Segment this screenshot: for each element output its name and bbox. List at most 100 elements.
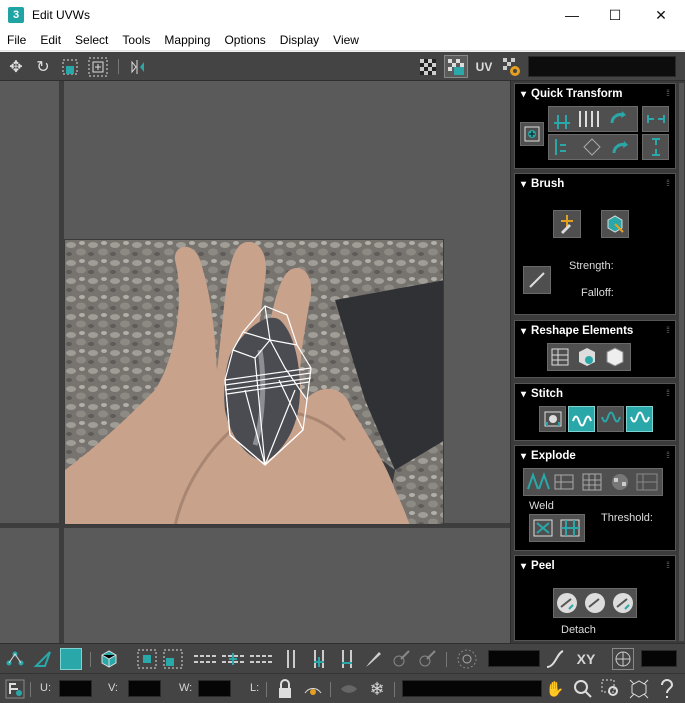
window-title: Edit UVWs: [32, 8, 91, 22]
shrink-loop-icon[interactable]: [336, 648, 358, 670]
w-coordinate-field[interactable]: [198, 680, 231, 697]
checker-icon[interactable]: [416, 55, 440, 78]
face-mode-icon[interactable]: [60, 648, 82, 670]
brush-size-icon[interactable]: [523, 266, 551, 294]
soft-selection-falloff-field[interactable]: [488, 650, 540, 667]
rotate-icon[interactable]: ↻: [31, 55, 55, 78]
rollout-title-stitch[interactable]: Stitch: [521, 388, 563, 400]
align-horizontal-row[interactable]: [548, 106, 638, 132]
falloff-space-icon[interactable]: [612, 648, 634, 670]
edge-loop-icon[interactable]: [280, 648, 302, 670]
menu-view[interactable]: View: [326, 30, 366, 51]
rollout-title-quick-transform[interactable]: Quick Transform: [521, 88, 622, 100]
stitch-average-icon[interactable]: [597, 406, 624, 432]
selection-set-field[interactable]: [402, 680, 542, 697]
scale-icon[interactable]: [58, 55, 82, 78]
menu-file[interactable]: File: [0, 30, 33, 51]
grip-icon: ⁞⁞: [665, 325, 670, 335]
snap-icon[interactable]: [656, 678, 678, 700]
v-coordinate-field[interactable]: [128, 680, 161, 697]
texture-dropdown[interactable]: [528, 56, 676, 77]
freeform-icon[interactable]: [86, 55, 110, 78]
freeze-icon[interactable]: ❄: [366, 678, 388, 700]
title-bar: 3 Edit UVWs — ☐ ✕: [0, 0, 685, 30]
falloff-value-field[interactable]: [641, 650, 677, 667]
u-coordinate-label: U:: [40, 682, 51, 694]
u-coordinate-field[interactable]: [59, 680, 92, 697]
menu-edit[interactable]: Edit: [33, 30, 68, 51]
brush-move-icon[interactable]: [553, 210, 581, 238]
top-toolbar: ✥ ↻ UV: [0, 52, 685, 81]
lock-icon[interactable]: [274, 678, 296, 700]
menu-display[interactable]: Display: [273, 30, 326, 51]
weld-label: Weld: [529, 500, 554, 512]
uv-mode-button[interactable]: UV: [472, 55, 496, 78]
grow-loop-icon[interactable]: [308, 648, 330, 670]
edge-mode-icon[interactable]: [32, 648, 54, 670]
rollout-reshape-elements: Reshape Elements ⁞⁞: [514, 320, 676, 378]
menu-select[interactable]: Select: [68, 30, 115, 51]
w-coordinate-label: W:: [179, 682, 193, 694]
reshape-tools-row[interactable]: [547, 343, 631, 371]
minimize-button[interactable]: —: [549, 0, 595, 30]
background-texture-image: [64, 239, 444, 525]
rollout-title-brush[interactable]: Brush: [521, 178, 564, 190]
uv-editor-viewport[interactable]: [0, 81, 510, 643]
weld-tools-row[interactable]: [529, 514, 585, 542]
zoom-extents-icon[interactable]: [628, 678, 650, 700]
bottom-toolbar-coordinates: U: V: W: L: ❄ ✋: [0, 673, 685, 703]
threshold-label: Threshold:: [601, 512, 653, 524]
close-button[interactable]: ✕: [638, 0, 684, 30]
stitch-custom-icon[interactable]: [539, 406, 566, 432]
menu-mapping[interactable]: Mapping: [157, 30, 217, 51]
brush-falloff-label: Falloff:: [581, 287, 614, 299]
rollout-title-explode[interactable]: Explode: [521, 450, 576, 462]
shrink-ring-icon[interactable]: [248, 648, 274, 670]
detach-label: Detach: [561, 624, 596, 636]
rollout-title-reshape-elements[interactable]: Reshape Elements: [521, 325, 633, 337]
toolbar-divider: [30, 682, 31, 697]
menu-tools[interactable]: Tools: [115, 30, 157, 51]
pivot-icon[interactable]: [520, 122, 544, 146]
grow-selection-icon[interactable]: [136, 648, 158, 670]
hide-eye-icon[interactable]: [338, 678, 360, 700]
peel-tools-row[interactable]: [553, 588, 637, 618]
menu-options[interactable]: Options: [217, 30, 272, 51]
explode-tools-row[interactable]: [523, 468, 663, 496]
xy-coordinate-button[interactable]: XY: [572, 648, 600, 670]
space-vertical-icon[interactable]: [642, 134, 669, 160]
stitch-to-source-icon[interactable]: [626, 406, 653, 432]
pan-hand-icon[interactable]: ✋: [544, 678, 566, 700]
paint-shrink-icon[interactable]: [416, 648, 438, 670]
vertex-mode-icon[interactable]: [4, 648, 26, 670]
l-value-label: L:: [250, 682, 260, 694]
rollout-title-peel[interactable]: Peel: [521, 560, 555, 572]
zoom-icon[interactable]: [572, 678, 594, 700]
align-vertical-row[interactable]: [548, 134, 638, 160]
grow-ring-icon[interactable]: [220, 648, 246, 670]
stitch-to-target-icon[interactable]: [568, 406, 595, 432]
toolbar-divider: [118, 59, 119, 74]
move-icon[interactable]: ✥: [4, 55, 28, 78]
paint-select-icon[interactable]: [362, 648, 384, 670]
app-icon: 3: [8, 7, 24, 23]
grip-icon: ⁞⁞: [665, 178, 670, 188]
settings-icon[interactable]: [500, 55, 524, 78]
transform-mode-icon[interactable]: [4, 678, 26, 700]
falloff-curve-icon[interactable]: [544, 648, 566, 670]
brush-relax-icon[interactable]: [601, 210, 629, 238]
panel-scrollbar[interactable]: [679, 83, 684, 641]
edge-ring-icon[interactable]: [192, 648, 218, 670]
soft-selection-icon[interactable]: [456, 648, 478, 670]
paint-grow-icon[interactable]: [390, 648, 412, 670]
texture-checker-icon[interactable]: [444, 55, 468, 78]
mirror-icon[interactable]: [126, 55, 150, 78]
zoom-region-icon[interactable]: [600, 678, 622, 700]
shrink-selection-icon[interactable]: [162, 648, 184, 670]
show-eye-icon[interactable]: [302, 678, 324, 700]
space-horizontal-icon[interactable]: [642, 106, 669, 132]
maximize-button[interactable]: ☐: [592, 0, 638, 30]
element-mode-icon[interactable]: [98, 648, 120, 670]
toolbar-divider: [446, 652, 447, 667]
right-rollout-panel: Quick Transform ⁞⁞ Brush ⁞⁞ Strength:: [510, 81, 685, 643]
